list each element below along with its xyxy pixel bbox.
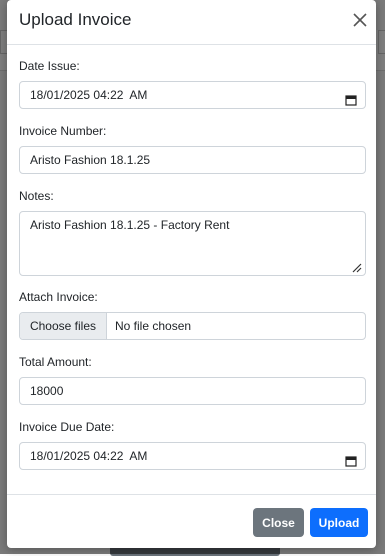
modal-footer: Close Upload: [7, 494, 376, 549]
choose-files-button[interactable]: Choose files: [20, 313, 107, 339]
close-icon[interactable]: [350, 10, 370, 30]
notes-label: Notes:: [19, 189, 54, 203]
notes-value: Aristo Fashion 18.1.25 - Factory Rent: [30, 218, 230, 232]
close-button[interactable]: Close: [253, 508, 304, 537]
due-date-input[interactable]: 18/01/2025 04:22 AM: [19, 442, 366, 470]
attach-invoice-input[interactable]: Choose files No file chosen: [19, 312, 366, 340]
invoice-number-input[interactable]: Aristo Fashion 18.1.25: [19, 146, 366, 174]
date-issue-label: Date Issue:: [19, 59, 80, 73]
due-date-label: Invoice Due Date:: [19, 420, 115, 434]
upload-button[interactable]: Upload: [310, 508, 368, 537]
date-issue-input[interactable]: 18/01/2025 04:22 AM: [19, 81, 366, 109]
modal-header: Upload Invoice: [7, 0, 376, 45]
invoice-number-label: Invoice Number:: [19, 124, 107, 138]
attach-invoice-label: Attach Invoice:: [19, 290, 98, 304]
notes-textarea[interactable]: Aristo Fashion 18.1.25 - Factory Rent: [19, 211, 366, 276]
calendar-icon[interactable]: [345, 89, 357, 106]
upload-invoice-modal: Upload Invoice Date Issue: 18/01/2025 04…: [7, 0, 376, 548]
due-date-value: 18/01/2025 04:22 AM: [30, 449, 148, 463]
date-issue-value: 18/01/2025 04:22 AM: [30, 88, 148, 102]
resize-handle-icon[interactable]: [352, 262, 362, 273]
modal-title: Upload Invoice: [19, 10, 132, 29]
file-status-text: No file chosen: [115, 319, 192, 333]
total-amount-input[interactable]: 18000: [19, 377, 366, 405]
calendar-icon[interactable]: [345, 450, 357, 467]
total-amount-label: Total Amount:: [19, 355, 92, 369]
